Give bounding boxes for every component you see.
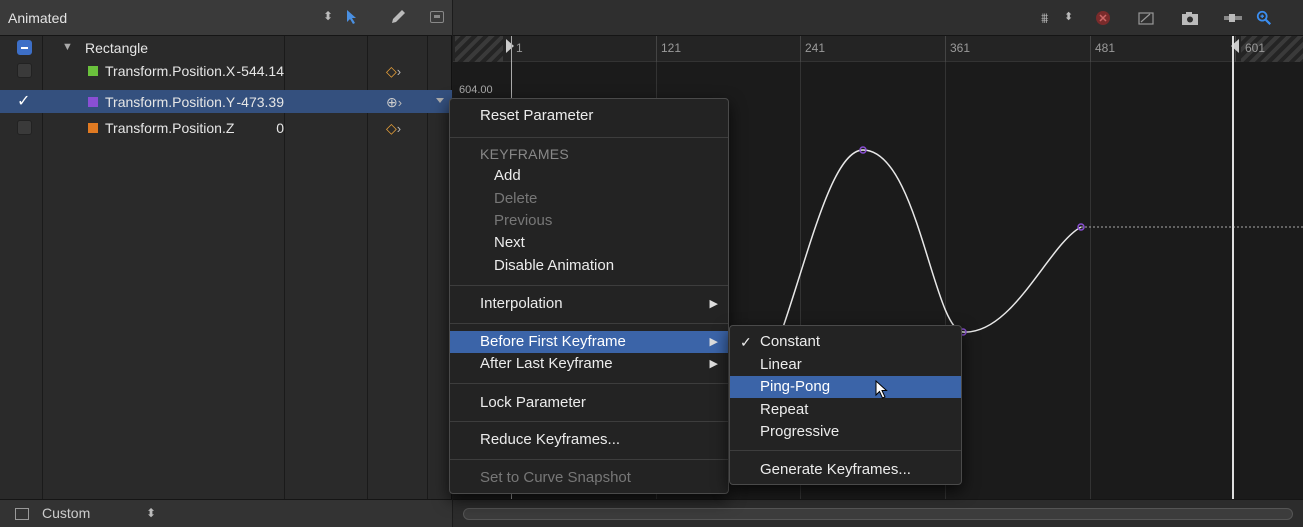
parameter-label: Transform.Position.Y xyxy=(105,94,236,110)
parameter-value[interactable]: 0 xyxy=(276,120,284,136)
submenu-item-generate-keyframes[interactable]: Generate Keyframes... xyxy=(730,459,961,481)
submenu-item-label: Constant xyxy=(760,333,821,350)
color-swatch xyxy=(88,97,98,107)
menu-separator xyxy=(450,383,728,384)
curve-editor-footer xyxy=(453,499,1303,527)
submenu-item-progressive[interactable]: Progressive xyxy=(730,421,961,443)
submenu-arrow-icon: ▶ xyxy=(709,336,718,348)
pointer-tool-icon[interactable] xyxy=(345,9,359,25)
parameter-value[interactable]: -544.14 xyxy=(237,63,284,79)
playhead[interactable] xyxy=(1232,36,1234,499)
menu-separator xyxy=(450,421,728,422)
keyframe-diamond-icon: ◇ xyxy=(386,63,397,79)
keyframe-editor-window: Animated ⬍ ▼ Rectangle Transform.Positio… xyxy=(0,0,1303,527)
menu-separator xyxy=(450,323,728,324)
popup-arrows-icon[interactable]: ⬍ xyxy=(323,9,333,23)
keyframe-diamond-icon: ◇ xyxy=(386,120,397,136)
parameter-label: Transform.Position.Z xyxy=(105,120,235,136)
menu-item-label: Interpolation xyxy=(480,295,563,312)
menu-separator xyxy=(450,137,728,138)
menu-item-interpolation[interactable]: Interpolation ▶ xyxy=(450,293,728,315)
color-swatch xyxy=(88,66,98,76)
mouse-cursor-icon xyxy=(875,380,888,399)
group-checkbox[interactable] xyxy=(17,40,32,55)
parameter-set-popup[interactable]: Custom xyxy=(42,505,90,521)
parameter-checkbox[interactable] xyxy=(17,120,32,135)
next-keyframe-icon: › xyxy=(397,95,403,110)
menu-item-delete-keyframe: Delete xyxy=(494,190,538,207)
menu-item-lock-parameter[interactable]: Lock Parameter xyxy=(450,392,728,414)
submenu-item-repeat[interactable]: Repeat xyxy=(730,399,961,421)
box-tool-icon[interactable] xyxy=(430,11,444,23)
menu-item-label: After Last Keyframe xyxy=(480,355,613,372)
extrapolation-submenu: ✓ Constant Linear Ping-Pong Repeat Progre… xyxy=(729,325,962,485)
popup-arrows-icon[interactable]: ⬍ xyxy=(146,506,156,520)
disclosure-triangle-icon[interactable]: ▼ xyxy=(62,41,73,53)
menu-item-next-keyframe[interactable]: Next xyxy=(450,232,728,254)
menu-item-previous-keyframe: Previous xyxy=(494,212,553,229)
menu-item-label: Before First Keyframe xyxy=(480,333,626,350)
next-keyframe-icon: › xyxy=(396,64,402,79)
parameter-list-footer: Custom ⬍ xyxy=(0,499,452,527)
submenu-item-constant[interactable]: ✓ Constant xyxy=(730,331,961,353)
menu-item-before-first-keyframe[interactable]: Before First Keyframe ▶ xyxy=(450,331,728,353)
submenu-item-linear[interactable]: Linear xyxy=(730,354,961,376)
show-popup-label[interactable]: Animated xyxy=(8,10,67,26)
checkmark-icon: ✓ xyxy=(740,334,752,350)
parameter-list-panel: Animated ⬍ ▼ Rectangle Transform.Positio… xyxy=(0,0,452,527)
menu-item-add-keyframe[interactable]: Add xyxy=(450,165,728,187)
menu-item-set-to-curve-snapshot: Set to Curve Snapshot xyxy=(480,469,631,486)
submenu-item-label: Ping-Pong xyxy=(760,378,831,395)
keyframe-button[interactable]: ◇› xyxy=(386,63,401,80)
menu-separator xyxy=(730,450,961,451)
submenu-arrow-icon: ▶ xyxy=(709,358,718,370)
menu-separator xyxy=(450,285,728,286)
pen-tool-icon[interactable] xyxy=(390,9,406,25)
parameter-list-header: Animated ⬍ xyxy=(0,0,452,36)
menu-item-reduce-keyframes[interactable]: Reduce Keyframes... xyxy=(450,429,728,451)
color-swatch xyxy=(88,123,98,133)
submenu-item-ping-pong[interactable]: Ping-Pong xyxy=(730,376,961,399)
menu-item-reset-parameter[interactable]: Reset Parameter xyxy=(450,105,728,127)
parameter-group-row[interactable]: ▼ Rectangle xyxy=(0,36,452,59)
menu-section-keyframes: KEYFRAMES xyxy=(480,146,570,162)
horizontal-scrollbar[interactable] xyxy=(463,508,1293,520)
parameter-checkbox-checked[interactable]: ✓ xyxy=(17,94,32,110)
menu-item-disable-animation[interactable]: Disable Animation xyxy=(450,255,728,277)
parameter-context-menu: Reset Parameter KEYFRAMES Add Delete Pre… xyxy=(449,98,729,494)
parameter-menu-arrow-icon[interactable] xyxy=(436,98,444,103)
add-keyframe-icon: ⊕ xyxy=(386,94,398,110)
keyframe-button[interactable]: ⊕› xyxy=(386,94,402,111)
parameter-label: Transform.Position.X xyxy=(105,63,236,79)
parameter-set-icon[interactable] xyxy=(15,508,29,520)
keyframe-button[interactable]: ◇› xyxy=(386,120,401,137)
parameter-value[interactable]: -473.39 xyxy=(237,94,284,110)
menu-item-after-last-keyframe[interactable]: After Last Keyframe ▶ xyxy=(450,353,728,375)
next-keyframe-icon: › xyxy=(396,121,402,136)
parameter-row[interactable]: Transform.Position.X -544.14 ◇› xyxy=(0,59,452,82)
parameter-checkbox[interactable] xyxy=(17,63,32,78)
group-label: Rectangle xyxy=(85,40,149,56)
parameter-row[interactable]: Transform.Position.Z 0 ◇› xyxy=(0,116,452,139)
submenu-arrow-icon: ▶ xyxy=(709,298,718,310)
parameter-row-selected[interactable]: ✓ Transform.Position.Y -473.39 ⊕› xyxy=(0,90,452,113)
menu-separator xyxy=(450,459,728,460)
